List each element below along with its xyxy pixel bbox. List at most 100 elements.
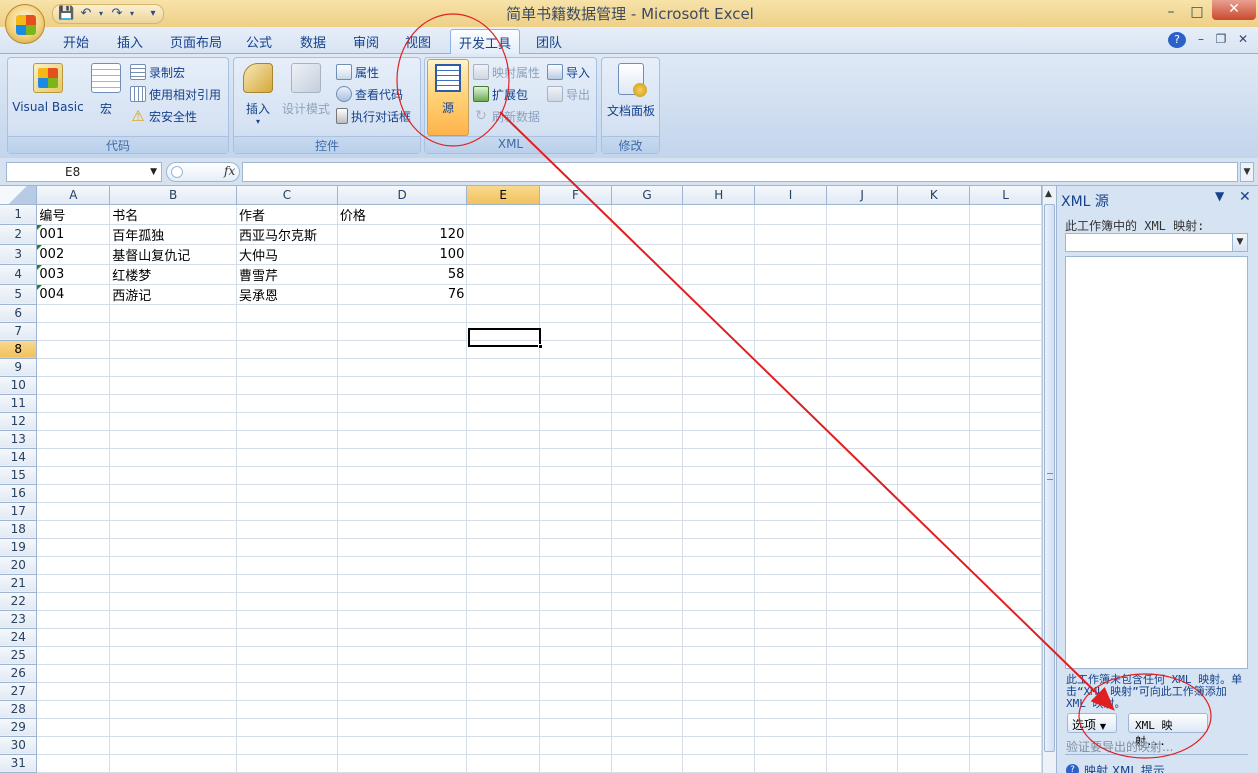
cell[interactable] [754,628,827,647]
cell[interactable] [754,244,827,265]
cell[interactable]: 大仲马 [236,244,338,265]
cell[interactable] [969,304,1042,323]
export-button[interactable]: 导出 [547,84,590,104]
row-header[interactable]: 22 [0,592,38,611]
row-header[interactable]: 14 [0,448,38,467]
cell[interactable] [236,736,338,755]
cell[interactable] [337,646,468,665]
run-dialog-button[interactable]: 执行对话框 [336,106,411,126]
macro-security-button[interactable]: ⚠ 宏安全性 [130,106,197,126]
cell[interactable] [897,340,971,359]
cell[interactable] [337,610,468,629]
cell[interactable] [36,628,111,647]
cell[interactable] [539,592,612,611]
cell[interactable] [826,718,899,737]
cell[interactable]: 004 [36,284,111,305]
cell[interactable] [754,204,827,225]
cell[interactable] [969,646,1042,665]
cell[interactable] [36,322,111,341]
formula-input[interactable] [242,162,1238,182]
cell[interactable] [466,718,541,737]
cell[interactable] [337,340,468,359]
record-macro-button[interactable]: 录制宏 [130,62,185,82]
cell[interactable] [969,628,1042,647]
cell[interactable] [754,376,827,395]
row-header[interactable]: 17 [0,502,38,521]
row-header[interactable]: 12 [0,412,38,431]
cell[interactable] [337,304,468,323]
cell[interactable] [826,502,899,521]
cell[interactable] [36,340,111,359]
cell[interactable] [236,520,338,539]
cell[interactable] [337,538,468,557]
cell[interactable] [539,610,612,629]
scroll-up-icon[interactable]: ▲ [1045,189,1052,199]
cell[interactable] [826,412,899,431]
cell[interactable] [682,628,756,647]
cell[interactable] [682,394,756,413]
column-header[interactable]: B [109,186,237,205]
cell[interactable] [682,664,756,683]
cell[interactable] [682,412,756,431]
cell-grid[interactable]: A B C D E F G H I J K L 1 编号 书名 作者 价格 2 … [0,186,1042,773]
row-header[interactable]: 29 [0,718,38,737]
cell[interactable] [754,224,827,245]
cell[interactable] [36,304,111,323]
row-header[interactable]: 10 [0,376,38,395]
row-header[interactable]: 24 [0,628,38,647]
cell[interactable] [611,484,684,503]
cell[interactable] [682,340,756,359]
office-button[interactable] [5,4,45,44]
column-header[interactable]: G [611,186,684,205]
cell[interactable] [466,646,541,665]
document-panel-button[interactable]: 文档面板 [604,63,658,119]
cell[interactable] [969,610,1042,629]
cell[interactable] [754,304,827,323]
cell[interactable]: 百年孤独 [109,224,237,245]
cell[interactable] [754,538,827,557]
cell[interactable] [36,700,111,719]
cell[interactable] [682,466,756,485]
cell[interactable] [236,754,338,773]
cell[interactable] [611,304,684,323]
cell[interactable] [754,394,827,413]
cell[interactable] [236,430,338,449]
cell[interactable] [897,284,971,305]
cell[interactable] [969,204,1042,225]
refresh-data-button[interactable]: ↻ 刷新数据 [473,106,540,126]
cell[interactable] [466,664,541,683]
row-header[interactable]: 3 [0,244,38,265]
cell[interactable] [466,700,541,719]
cell[interactable] [109,592,237,611]
properties-button[interactable]: 属性 [336,62,379,82]
cell[interactable] [611,340,684,359]
cell[interactable] [611,376,684,395]
cell[interactable] [611,556,684,575]
cell[interactable] [236,718,338,737]
cell[interactable] [682,484,756,503]
cell[interactable] [611,204,684,225]
name-box[interactable]: E8 ▼ [6,162,162,182]
cell[interactable] [611,394,684,413]
cell[interactable] [539,448,612,467]
cell[interactable] [236,610,338,629]
cell[interactable] [754,264,827,285]
cell[interactable] [897,448,971,467]
cell[interactable] [897,628,971,647]
column-header[interactable]: J [826,186,899,205]
cell[interactable] [754,466,827,485]
cell[interactable] [969,358,1042,377]
cell[interactable] [109,502,237,521]
cell[interactable] [897,610,971,629]
cell[interactable] [826,430,899,449]
cell[interactable]: 价格 [337,204,468,225]
cell[interactable] [539,376,612,395]
row-header[interactable]: 27 [0,682,38,701]
cell[interactable] [682,574,756,593]
cell[interactable] [109,538,237,557]
cell[interactable] [969,592,1042,611]
cell[interactable] [109,358,237,377]
cell[interactable] [36,664,111,683]
cell[interactable] [754,718,827,737]
cell[interactable] [337,430,468,449]
